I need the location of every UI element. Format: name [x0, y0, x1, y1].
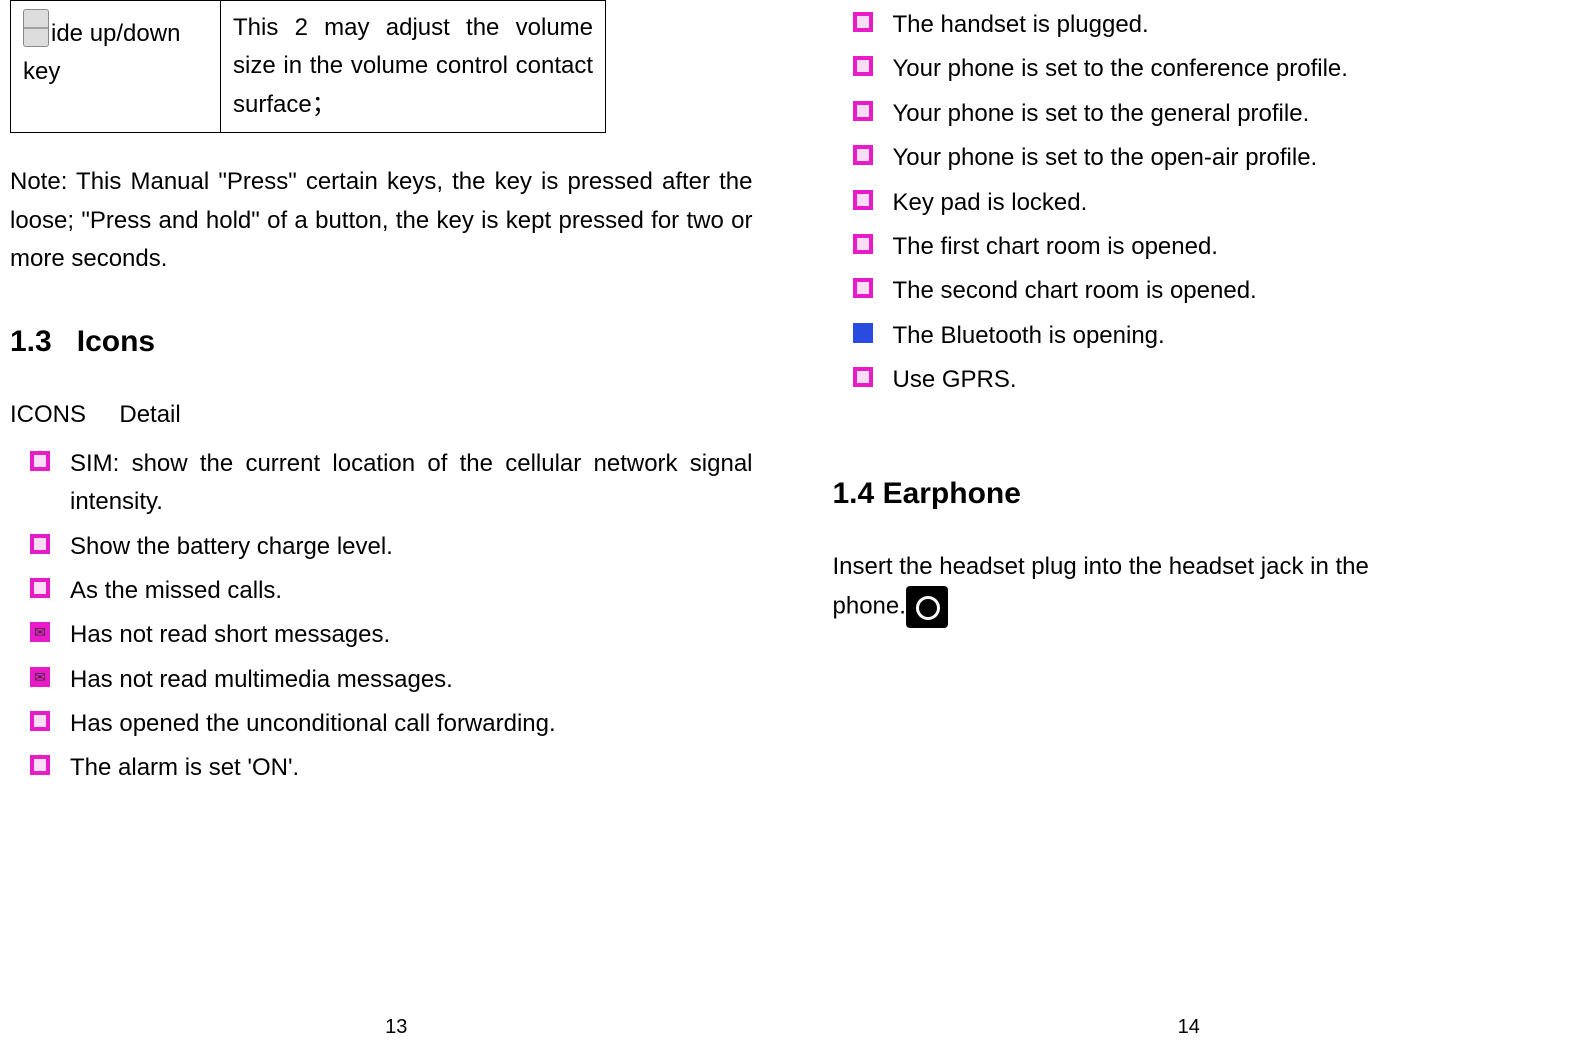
handset-icon [853, 12, 873, 32]
section-name: Icons [77, 325, 155, 358]
battery-icon [30, 534, 50, 554]
page-number-left: 13 [0, 1011, 793, 1043]
openair-profile-icon [853, 145, 873, 165]
page-right: The handset is plugged. Your phone is se… [793, 0, 1585, 1053]
section-num: 1.4 [833, 477, 875, 510]
gprs-icon [853, 367, 873, 387]
icon-text: Key pad is locked. [893, 189, 1088, 216]
icon-item-handset: The handset is plugged. [853, 6, 1576, 44]
alarm-icon [30, 755, 50, 775]
icon-text: Show the battery charge level. [70, 533, 393, 560]
page-left: ide up/down key This 2 may adjust the vo… [0, 0, 793, 1053]
icon-item-gprs: Use GPRS. [853, 361, 1576, 399]
icon-text: The handset is plugged. [893, 11, 1149, 38]
icon-text: Your phone is set to the general profile… [893, 100, 1310, 127]
key-cell-left: ide up/down key [11, 1, 221, 133]
icon-text: Your phone is set to the conference prof… [893, 55, 1348, 82]
key-desc: This 2 may adjust the volume size in the… [233, 14, 593, 118]
chat1-icon [853, 234, 873, 254]
page-number-right: 14 [793, 1011, 1585, 1043]
icon-item-battery: Show the battery charge level. [30, 528, 753, 566]
icons-head-right: Detail [119, 401, 180, 428]
side-key-icon [23, 9, 49, 47]
icon-text: Has not read short messages. [70, 621, 390, 648]
icon-item-bluetooth: The Bluetooth is opening. [853, 317, 1576, 355]
call-forward-icon [30, 711, 50, 731]
lock-icon [853, 190, 873, 210]
section-num: 1.3 [10, 325, 52, 358]
icon-item-forward: Has opened the unconditional call forwar… [30, 705, 753, 743]
icon-text: Has opened the unconditional call forwar… [70, 710, 556, 737]
icon-item-openair: Your phone is set to the open-air profil… [853, 139, 1576, 177]
icon-text: The second chart room is opened. [893, 277, 1257, 304]
icon-item-general: Your phone is set to the general profile… [853, 95, 1576, 133]
icon-item-mms: Has not read multimedia messages. [30, 661, 753, 699]
icon-text: SIM: show the current location of the ce… [70, 450, 753, 515]
earphone-text-b: phone. [833, 592, 906, 619]
earphone-paragraph: Insert the headset plug into the headset… [833, 548, 1576, 586]
chat2-icon [853, 278, 873, 298]
general-profile-icon [853, 101, 873, 121]
icon-item-sms: Has not read short messages. [30, 616, 753, 654]
mms-icon [30, 667, 50, 687]
icon-text: Has not read multimedia messages. [70, 666, 453, 693]
earphone-jack-icon [906, 586, 948, 628]
icon-text: Use GPRS. [893, 366, 1017, 393]
bluetooth-icon [853, 323, 873, 343]
section-title-icons: 1.3 Icons [10, 318, 753, 366]
note-text: Note: This Manual "Press" certain keys, … [10, 163, 753, 278]
earphone-line2: phone. [833, 586, 1576, 628]
sms-icon [30, 622, 50, 642]
icon-text: The first chart room is opened. [893, 233, 1218, 260]
section-title-earphone: 1.4 Earphone [833, 470, 1576, 518]
icon-item-alarm: The alarm is set 'ON'. [30, 749, 753, 787]
signal-icon [30, 451, 50, 471]
section-name: Earphone [883, 477, 1021, 510]
key-cell-right: This 2 may adjust the volume size in the… [221, 1, 606, 133]
icon-text: The Bluetooth is opening. [893, 322, 1165, 349]
icons-head-left: ICONS [10, 401, 86, 428]
missed-call-icon [30, 578, 50, 598]
icon-item-lock: Key pad is locked. [853, 184, 1576, 222]
icons-header-row: ICONS Detail [10, 396, 753, 434]
icon-item-missed: As the missed calls. [30, 572, 753, 610]
icon-item-chat2: The second chart room is opened. [853, 272, 1576, 310]
conference-icon [853, 56, 873, 76]
icon-text: The alarm is set 'ON'. [70, 754, 299, 781]
icon-text: Your phone is set to the open-air profil… [893, 144, 1318, 171]
key-table: ide up/down key This 2 may adjust the vo… [10, 0, 606, 133]
icon-item-conference: Your phone is set to the conference prof… [853, 50, 1576, 88]
icon-item-signal: SIM: show the current location of the ce… [30, 445, 753, 522]
icon-item-chat1: The first chart room is opened. [853, 228, 1576, 266]
icon-text: As the missed calls. [70, 577, 282, 604]
earphone-text-a: Insert the headset plug into the headset… [833, 553, 1369, 580]
